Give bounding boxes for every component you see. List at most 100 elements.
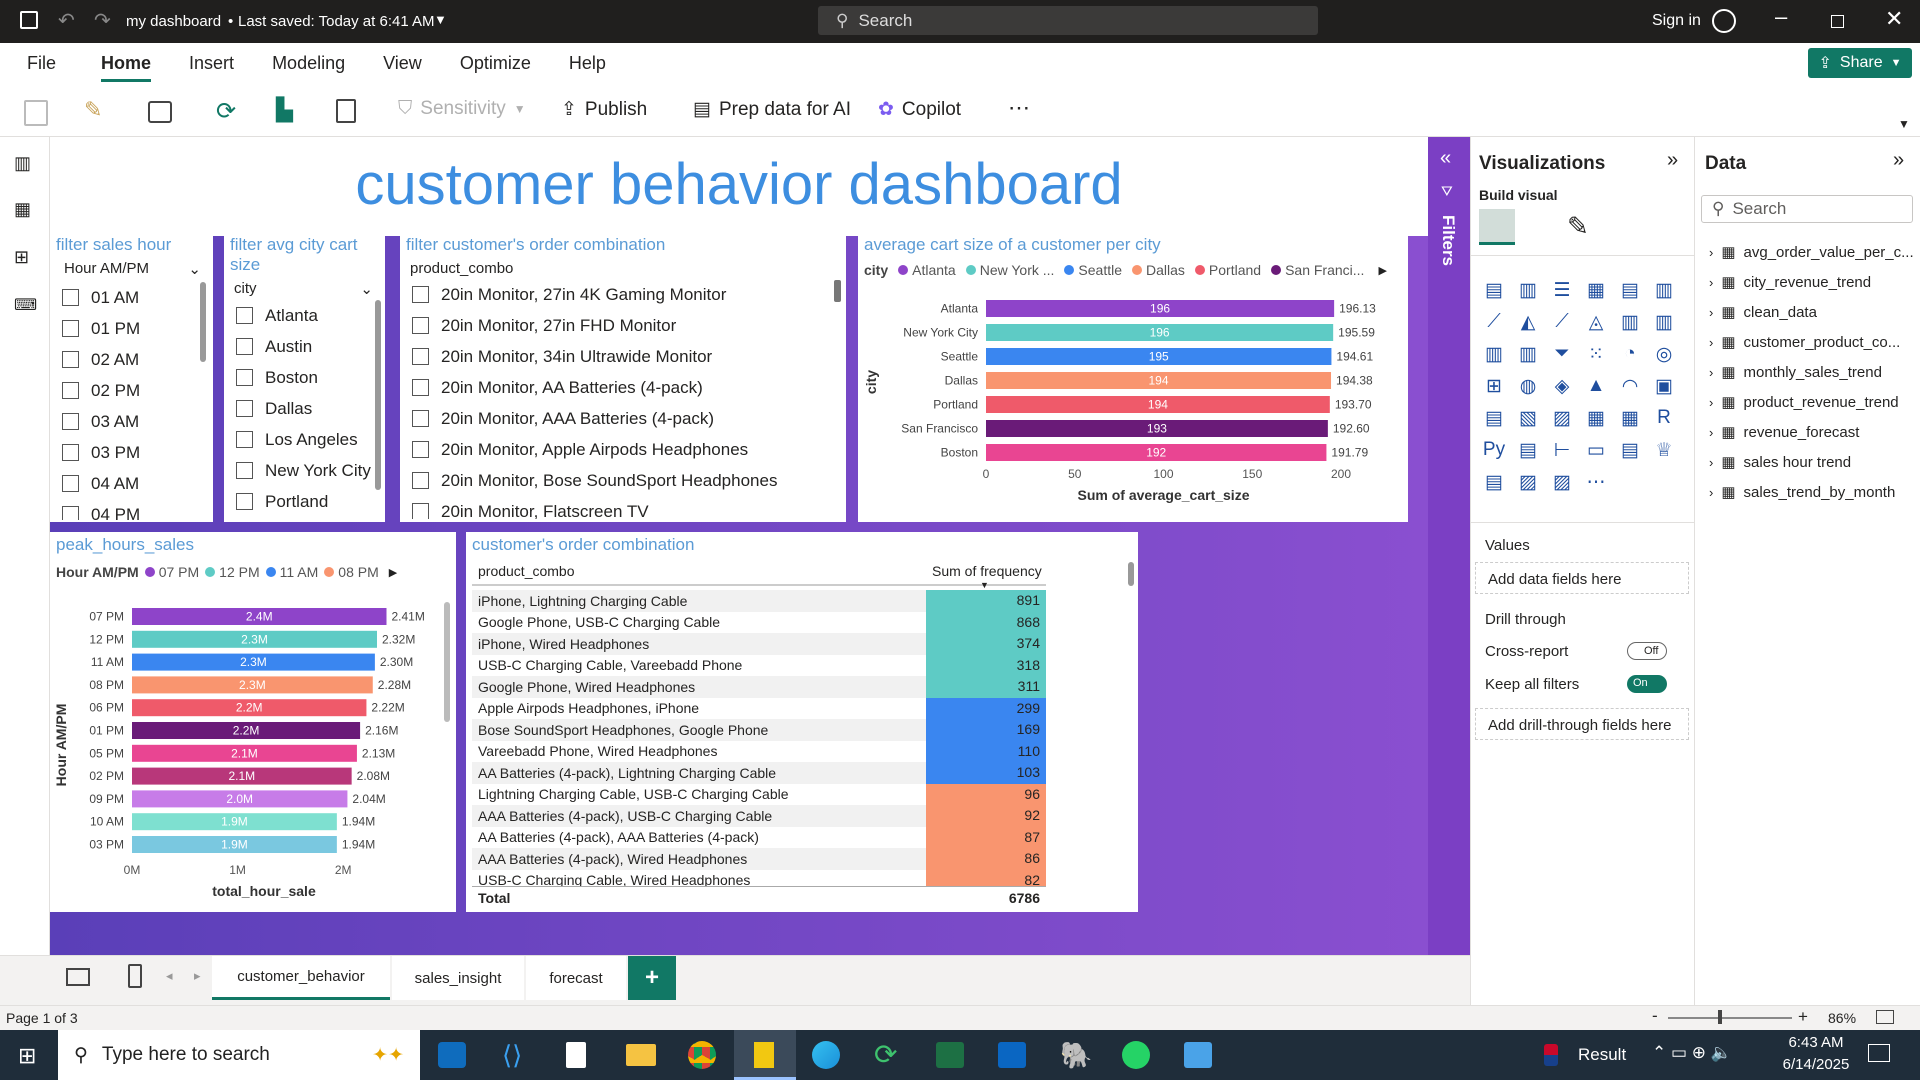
- tab-forecast[interactable]: forecast: [526, 956, 626, 1000]
- chevron-right-icon[interactable]: ›: [1709, 305, 1713, 320]
- table-view-icon[interactable]: ▦: [14, 199, 31, 220]
- stacked-column-icon[interactable]: ▥: [1515, 277, 1541, 303]
- slicer-city-item[interactable]: Boston: [224, 362, 385, 393]
- azure-map-icon[interactable]: ▲: [1583, 373, 1609, 399]
- map-icon[interactable]: ⊞: [1481, 373, 1507, 399]
- decomposition-tree-icon[interactable]: ⊢: [1549, 437, 1575, 463]
- table-row[interactable]: USB-C Charging Cable, Vareebadd Phone 318: [472, 654, 1046, 676]
- checkbox[interactable]: [236, 307, 253, 324]
- postgres-icon[interactable]: 🐘: [1060, 1040, 1092, 1071]
- checkbox[interactable]: [412, 379, 429, 396]
- checkbox[interactable]: [62, 413, 79, 430]
- document-name[interactable]: my dashboard: [126, 13, 221, 30]
- table-row[interactable]: AAA Batteries (4-pack), USB-C Charging C…: [472, 805, 1046, 827]
- table-row[interactable]: iPhone, Lightning Charging Cable 891: [472, 590, 1046, 612]
- slicer-combo-item[interactable]: 20in Monitor, AAA Batteries (4-pack): [400, 403, 846, 434]
- scatter-icon[interactable]: ⏷: [1549, 341, 1575, 367]
- checkbox[interactable]: [62, 289, 79, 306]
- tray-icons[interactable]: ⌃ ▭ ⊕ 🔈: [1652, 1043, 1732, 1063]
- power-apps-icon[interactable]: ▨: [1515, 469, 1541, 495]
- slicer-combo-item[interactable]: 20in Monitor, AA Batteries (4-pack): [400, 372, 846, 403]
- checkbox[interactable]: [236, 400, 253, 417]
- card-icon[interactable]: ▣: [1651, 373, 1677, 399]
- legend-item[interactable]: New York ...: [965, 262, 1054, 278]
- legend-item[interactable]: Portland: [1194, 262, 1261, 278]
- data-table-item[interactable]: › ▦ sales hour trend: [1709, 447, 1917, 477]
- expand-icon[interactable]: «: [1440, 147, 1451, 170]
- tab-customer-behavior[interactable]: customer_behavior: [212, 956, 390, 1000]
- slicer-city-item[interactable]: Portland: [224, 486, 385, 517]
- line-chart-icon[interactable]: ⟋: [1481, 309, 1507, 335]
- more-visuals-icon[interactable]: ⋯: [1583, 469, 1609, 495]
- filters-pane-collapsed[interactable]: « ⛛ Filters: [1428, 137, 1470, 955]
- chrome-icon[interactable]: [688, 1041, 716, 1069]
- prep-data-button[interactable]: ▤ Prep data for AI: [693, 98, 851, 121]
- notifications-icon[interactable]: [1868, 1044, 1890, 1062]
- refresh-app-icon[interactable]: ⟳: [874, 1038, 897, 1071]
- whatsapp-icon[interactable]: [1122, 1041, 1150, 1069]
- slicer-hour-item[interactable]: 01 AM: [50, 282, 213, 313]
- chevron-right-icon[interactable]: ›: [1709, 485, 1713, 500]
- ribbon-chart-icon[interactable]: ◬: [1583, 309, 1609, 335]
- close-icon[interactable]: ✕: [1885, 6, 1903, 32]
- hour-bar-chart[interactable]: peak_hours_sales Hour AM/PM 07 PM 12 PM 11 …: [50, 532, 456, 912]
- checkbox[interactable]: [62, 351, 79, 368]
- data-table-item[interactable]: › ▦ city_revenue_trend: [1709, 267, 1917, 297]
- table-row[interactable]: AA Batteries (4-pack), AAA Batteries (4-…: [472, 826, 1046, 848]
- share-button[interactable]: ⇪ Share ▼: [1808, 48, 1912, 78]
- legend-item[interactable]: Atlanta: [898, 262, 956, 278]
- powerbi-app-icon[interactable]: [734, 1030, 796, 1080]
- data-table-item[interactable]: › ▦ customer_product_co...: [1709, 327, 1917, 357]
- kpi-icon[interactable]: ▧: [1515, 405, 1541, 431]
- collapse-icon[interactable]: »: [1893, 149, 1904, 172]
- edge-icon[interactable]: [812, 1041, 840, 1069]
- multirow-card-icon[interactable]: ▤: [1481, 405, 1507, 431]
- slicer-city-dropdown[interactable]: city ⌄: [224, 278, 385, 298]
- get-data-icon[interactable]: [148, 101, 172, 123]
- line-column-icon[interactable]: ▥: [1617, 309, 1643, 335]
- refresh-icon[interactable]: ⟳: [216, 97, 236, 126]
- values-drop-zone[interactable]: Add data fields here: [1475, 562, 1689, 594]
- checkbox[interactable]: [62, 475, 79, 492]
- goals-icon[interactable]: ♕: [1651, 437, 1677, 463]
- report-view-icon[interactable]: ▥: [14, 153, 31, 174]
- data-table-item[interactable]: › ▦ clean_data: [1709, 297, 1917, 327]
- treemap-icon[interactable]: ◎: [1651, 341, 1677, 367]
- slicer-city-item[interactable]: Atlanta: [224, 300, 385, 331]
- publish-button[interactable]: ⇪ Publish: [561, 98, 647, 121]
- cross-report-toggle[interactable]: Off: [1627, 642, 1667, 660]
- chevron-right-icon[interactable]: ›: [1709, 425, 1713, 440]
- vscode-icon[interactable]: ⟨⟩: [502, 1040, 522, 1071]
- stacked-bar-icon[interactable]: ▤: [1481, 277, 1507, 303]
- dax-query-icon[interactable]: ⌨: [14, 295, 37, 315]
- maximize-icon[interactable]: [1831, 15, 1844, 28]
- slicer-city-item[interactable]: Austin: [224, 331, 385, 362]
- scrollbar[interactable]: [200, 282, 206, 362]
- format-painter-icon[interactable]: ✎: [84, 97, 102, 123]
- checkbox[interactable]: [62, 506, 79, 520]
- r-visual-icon[interactable]: R: [1651, 405, 1677, 431]
- legend-next-icon[interactable]: ▶: [389, 566, 397, 579]
- data-table-item[interactable]: › ▦ monthly_sales_trend: [1709, 357, 1917, 387]
- 100-bar-icon[interactable]: ▤: [1617, 277, 1643, 303]
- clustered-bar-icon[interactable]: ☰: [1549, 277, 1575, 303]
- column-header-product-combo[interactable]: product_combo: [472, 563, 926, 579]
- data-table-item[interactable]: › ▦ product_revenue_trend: [1709, 387, 1917, 417]
- windows-start-icon[interactable]: ⊞: [18, 1043, 36, 1069]
- chevron-down-icon[interactable]: ▼: [1898, 117, 1910, 131]
- line-stacked-column-icon[interactable]: ▥: [1651, 309, 1677, 335]
- combo-table[interactable]: customer's order combination product_com…: [466, 532, 1138, 912]
- narrative-icon[interactable]: ▤: [1617, 437, 1643, 463]
- checkbox[interactable]: [236, 431, 253, 448]
- paginated-report-icon[interactable]: ▤: [1481, 469, 1507, 495]
- column-header-frequency[interactable]: Sum of frequency: [926, 563, 1046, 579]
- zoom-out-icon[interactable]: -: [1652, 1006, 1658, 1026]
- data-table-item[interactable]: › ▦ revenue_forecast: [1709, 417, 1917, 447]
- checkbox[interactable]: [412, 348, 429, 365]
- slicer-combo-item[interactable]: 20in Monitor, 27in 4K Gaming Monitor: [400, 279, 846, 310]
- shape-map-icon[interactable]: ◈: [1549, 373, 1575, 399]
- paste-icon[interactable]: [24, 100, 48, 126]
- taskbar-search[interactable]: ⚲ Type here to search ✦✦: [58, 1030, 420, 1080]
- table-row[interactable]: Apple Airpods Headphones, iPhone 299: [472, 697, 1046, 719]
- checkbox[interactable]: [412, 441, 429, 458]
